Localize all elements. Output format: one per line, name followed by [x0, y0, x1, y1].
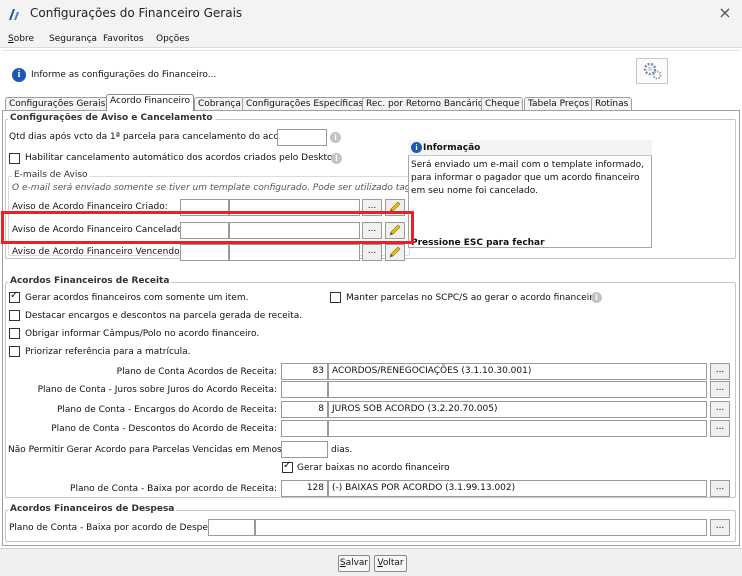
plano-baixa-receita-code[interactable]: 128: [281, 480, 328, 497]
tab-tabela-precos[interactable]: Tabela Preços: [524, 97, 594, 111]
habilitar-cancelamento-label: Habilitar cancelamento automático dos ac…: [25, 153, 342, 163]
window-title: Configurações do Financeiro Gerais: [30, 6, 243, 20]
plano-baixa-receita-search-button[interactable]: ...: [710, 480, 730, 497]
plano-baixa-despesa-search-button[interactable]: ...: [710, 519, 730, 536]
aviso-vencendo-desc[interactable]: [229, 244, 360, 261]
manter-scpc-label: Manter parcelas no SCPC/S ao gerar o aco…: [346, 293, 601, 303]
aviso-vencendo-code[interactable]: [180, 244, 229, 261]
nao-permitir-label: Não Permitir Gerar Acordo para Parcelas …: [8, 445, 296, 455]
qtd-dias-label: Qtd dias após vcto da 1ª parcela para ca…: [9, 132, 297, 142]
dias-label: dias.: [331, 445, 353, 455]
tab-retorno-bancario[interactable]: Rec. por Retorno Bancário: [362, 97, 488, 111]
plano-encargos-code[interactable]: 8: [281, 401, 328, 418]
info-text: Informe as configurações do Financeiro..…: [31, 70, 217, 80]
aviso-cancelado-edit-button[interactable]: [385, 222, 405, 239]
info-header: [2, 50, 740, 88]
qtd-dias-input[interactable]: [277, 129, 327, 146]
plano-acordos-receita-code[interactable]: 83: [281, 363, 328, 380]
tab-configuracoes-especificas[interactable]: Configurações Específicas: [242, 97, 368, 111]
menu-sobre[interactable]: Sobre: [8, 34, 34, 44]
priorizar-referencia-label: Priorizar referência para a matrícula.: [25, 347, 191, 357]
info-icon: i: [12, 68, 26, 82]
pencil-icon: [389, 201, 401, 213]
plano-baixa-despesa-label: Plano de Conta - Baixa por acordo de Des…: [9, 523, 222, 533]
aviso-criado-code[interactable]: [180, 199, 229, 216]
aviso-cancelado-label: Aviso de Acordo Financeiro Cancelado:: [12, 225, 186, 235]
obrigar-campus-label: Obrigar informar Câmpus/Polo no acordo f…: [25, 329, 260, 339]
tab-rotinas[interactable]: Rotinas: [591, 97, 633, 111]
group-title-receita: Acordos Financeiros de Receita: [8, 276, 172, 286]
tab-acordo-financeiro[interactable]: Acordo Financeiro: [106, 94, 195, 111]
emails-aviso-title: E-mails de Aviso: [12, 170, 90, 180]
plano-baixa-receita-desc[interactable]: (-) BAIXAS POR ACORDO (3.1.99.13.002): [328, 480, 707, 497]
help-icon[interactable]: i: [591, 292, 602, 303]
plano-juros-desc[interactable]: [328, 381, 707, 398]
group-title-despesa: Acordos Financeiros de Despesa: [8, 504, 177, 514]
save-button[interactable]: Salvar: [338, 555, 370, 572]
habilitar-cancelamento-checkbox[interactable]: [9, 153, 20, 164]
manter-scpc-checkbox[interactable]: [330, 292, 341, 303]
plano-acordos-receita-label: Plano de Conta Acordos de Receita:: [116, 367, 277, 377]
app-logo-icon: [8, 7, 22, 21]
help-icon[interactable]: i: [331, 153, 342, 164]
destacar-encargos-label: Destacar encargos e descontos na parcela…: [25, 311, 303, 321]
plano-acordos-receita-search-button[interactable]: ...: [710, 363, 730, 380]
tab-cobranca[interactable]: Cobrança: [194, 97, 245, 111]
help-icon[interactable]: i: [330, 132, 341, 143]
menu-seguranca[interactable]: Segurança: [49, 34, 97, 44]
aviso-criado-desc[interactable]: [229, 199, 360, 216]
info-icon: i: [411, 142, 422, 153]
plano-descontos-label: Plano de Conta - Descontos do Acordo de …: [51, 424, 277, 434]
gerar-baixas-checkbox[interactable]: [282, 460, 293, 473]
aviso-criado-edit-button[interactable]: [385, 199, 405, 216]
gear-icon: [643, 62, 662, 80]
aviso-criado-label: Aviso de Acordo Financeiro Criado:: [12, 202, 168, 212]
group-title-aviso: Configurações de Aviso e Cancelamento: [8, 113, 215, 123]
emails-aviso-note: O e-mail será enviado somente se tiver u…: [12, 183, 408, 193]
pencil-icon: [389, 246, 401, 258]
info-tooltip-footer: Pressione ESC para fechar: [411, 238, 545, 248]
back-button[interactable]: Voltar: [374, 555, 407, 572]
menu-bar: Sobre Segurança Favoritos Opções: [0, 28, 742, 48]
gerar-um-item-checkbox[interactable]: [9, 290, 20, 303]
aviso-cancelado-search-button[interactable]: ...: [362, 222, 382, 239]
obrigar-campus-checkbox[interactable]: [9, 328, 20, 339]
info-tooltip-title: Informação: [423, 143, 481, 153]
nao-permitir-input[interactable]: [281, 441, 328, 458]
aviso-vencendo-edit-button[interactable]: [385, 244, 405, 261]
menu-favoritos[interactable]: Favoritos: [103, 34, 144, 44]
footer-bar: [0, 548, 742, 576]
plano-encargos-desc[interactable]: JUROS SOB ACORDO (3.2.20.70.005): [328, 401, 707, 418]
plano-descontos-desc[interactable]: [328, 420, 707, 437]
info-tooltip-body: Será enviado um e-mail com o template in…: [411, 160, 644, 196]
plano-juros-search-button[interactable]: ...: [710, 381, 730, 398]
plano-acordos-receita-desc[interactable]: ACORDOS/RENEGOCIAÇÕES (3.1.10.30.001): [328, 363, 707, 380]
plano-juros-label: Plano de Conta - Juros sobre Juros do Ac…: [37, 385, 277, 395]
aviso-cancelado-code[interactable]: [180, 222, 229, 239]
gerar-um-item-label: Gerar acordos financeiros com somente um…: [25, 293, 249, 303]
aviso-criado-search-button[interactable]: ...: [362, 199, 382, 216]
tab-configuracoes-gerais[interactable]: Configurações Gerais: [5, 97, 110, 111]
plano-juros-code[interactable]: [281, 381, 328, 398]
tab-cheque[interactable]: Cheque: [481, 97, 524, 111]
aviso-cancelado-desc[interactable]: [229, 222, 360, 239]
plano-baixa-receita-label: Plano de Conta - Baixa por acordo de Rec…: [70, 484, 277, 494]
plano-baixa-despesa-code[interactable]: [208, 519, 255, 536]
plano-encargos-label: Plano de Conta - Encargos do Acordo de R…: [56, 405, 277, 415]
plano-encargos-search-button[interactable]: ...: [710, 401, 730, 418]
destacar-encargos-checkbox[interactable]: [9, 310, 20, 321]
plano-descontos-search-button[interactable]: ...: [710, 420, 730, 437]
plano-descontos-code[interactable]: [281, 420, 328, 437]
gerar-baixas-label: Gerar baixas no acordo financeiro: [297, 463, 450, 473]
priorizar-referencia-checkbox[interactable]: [9, 346, 20, 357]
plano-baixa-despesa-desc[interactable]: [255, 519, 707, 536]
settings-button[interactable]: [636, 58, 668, 84]
close-icon[interactable]: ×: [715, 3, 735, 23]
aviso-vencendo-label: Aviso de Acordo Financeiro Vencendo:: [12, 247, 183, 257]
pencil-icon: [389, 224, 401, 236]
aviso-vencendo-search-button[interactable]: ...: [362, 244, 382, 261]
menu-opcoes[interactable]: Opções: [156, 34, 189, 44]
